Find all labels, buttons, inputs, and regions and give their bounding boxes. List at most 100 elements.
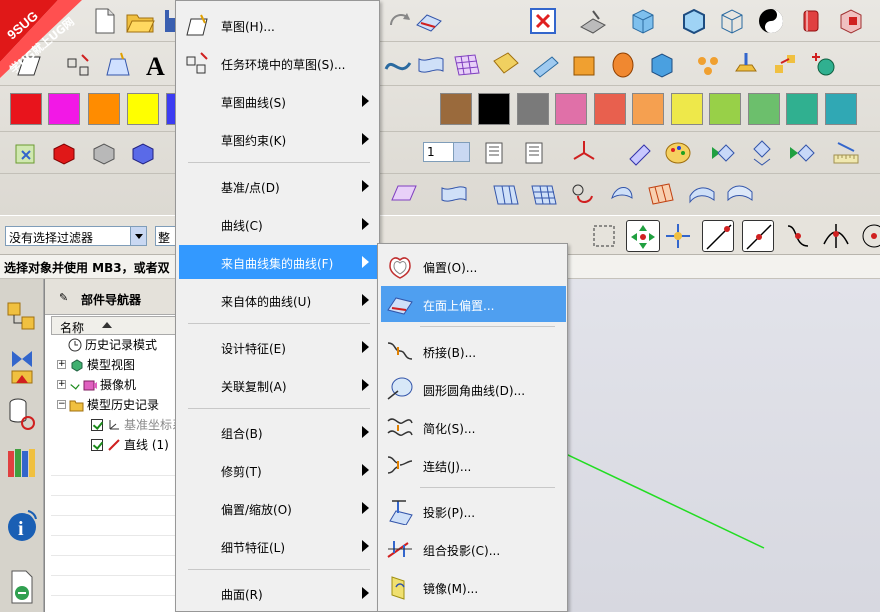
color-swatch[interactable] [825,93,857,125]
visibility-checkbox[interactable] [91,438,103,451]
snap-intersection-icon[interactable] [820,220,852,252]
show-hide-icon[interactable] [708,137,740,169]
ruled-surface-icon[interactable] [438,178,470,210]
block-icon[interactable] [646,49,678,81]
tree-item-model-views[interactable]: + 模型视图 [57,356,135,376]
menu-item-design-feature[interactable]: 设计特征(E) [179,330,377,364]
menu-item-sketch-curve[interactable]: 草图曲线(S) [179,84,377,118]
surface-display-icon[interactable] [413,5,445,37]
hide-icon[interactable] [746,137,778,169]
color-swatch[interactable] [709,93,741,125]
tree-item-model-history[interactable]: − 模型历史记录 [57,396,159,416]
menu-item-sketch[interactable]: 草图(H)... [179,8,377,42]
color-swatch[interactable] [48,93,80,125]
submenu-item-project[interactable]: 投影(P)... [381,493,566,529]
studio-spline-icon[interactable] [566,178,598,210]
ribbon-surface-icon[interactable] [415,49,447,81]
gray-body-icon[interactable] [88,137,120,169]
type-filter-select[interactable]: 没有选择过滤器 [5,226,147,246]
add-component-icon[interactable] [808,49,840,81]
menu-item-offset-scale[interactable]: 偏置/缩放(O) [179,491,377,525]
tube-icon[interactable] [530,49,562,81]
menu-item-curve[interactable]: 曲线(C) [179,207,377,241]
menu-item-associative-copy[interactable]: 关联复制(A) [179,368,377,402]
snap-point-icon[interactable] [588,220,620,252]
wireframe-icon[interactable] [716,5,748,37]
flange-surface-icon[interactable] [724,178,756,210]
extrude-icon[interactable] [568,49,600,81]
new-file-icon[interactable] [88,5,120,37]
submenu-item-offset[interactable]: 偏置(O)... [381,248,566,284]
edit-display-icon[interactable] [10,137,42,169]
menu-item-trim[interactable]: 修剪(T) [179,453,377,487]
menu-item-sketch-constraint[interactable]: 草图约束(K) [179,122,377,156]
color-swatch[interactable] [440,93,472,125]
sketch-task-icon[interactable] [101,49,133,81]
tree-item-line[interactable]: 直线 (1) [91,436,169,456]
shaded-cube-icon[interactable] [627,5,659,37]
menu-item-detail-feature[interactable]: 细节特征(L) [179,529,377,563]
submenu-item-bridge[interactable]: 桥接(B)... [381,333,566,369]
blue-body-icon[interactable] [127,137,159,169]
snap-move-icon[interactable] [662,220,694,252]
curve-mesh-icon[interactable] [528,178,560,210]
swoop-icon[interactable] [606,178,638,210]
mesh-surface-icon[interactable] [451,49,483,81]
chevron-down-icon[interactable] [453,143,469,161]
menu-item-datum-point[interactable]: 基准/点(D) [179,169,377,203]
submenu-item-combined-project[interactable]: 组合投影(C)... [381,531,566,567]
chevron-down-icon[interactable] [130,227,146,245]
tree-item-history-mode[interactable]: 历史记录模式 [67,336,157,356]
assembly-navigator-icon[interactable] [4,297,40,341]
move-object-icon[interactable] [769,49,801,81]
palette-icon[interactable] [662,137,694,169]
column-header-name[interactable]: 名称 [51,316,181,335]
edit-object-icon[interactable] [624,137,656,169]
submenu-item-simplify[interactable]: 简化(S)... [381,409,566,445]
snap-endpoint-icon[interactable] [702,220,734,252]
pin-icon[interactable]: ✎ [59,291,68,304]
text-icon[interactable]: A [140,49,172,81]
x-form-icon[interactable] [645,178,677,210]
bounded-plane-icon[interactable] [388,178,420,210]
part-navigator-icon[interactable] [4,393,40,437]
snap-control-icon[interactable] [782,220,814,252]
color-swatch[interactable] [594,93,626,125]
offset-face-icon[interactable] [730,49,762,81]
layer-combo[interactable]: 1 [423,142,470,162]
color-swatch[interactable] [786,93,818,125]
measure-icon[interactable] [830,137,862,169]
color-swatch[interactable] [671,93,703,125]
snap-arc-center-icon[interactable] [856,220,880,252]
visibility-checkbox[interactable] [91,418,103,431]
color-swatch[interactable] [632,93,664,125]
color-swatch[interactable] [88,93,120,125]
menu-item-curve-from-body[interactable]: 来自体的曲线(U) [179,283,377,317]
tree-item-datum-csys[interactable]: 基准坐标系 [91,416,184,436]
submenu-item-offset-in-face[interactable]: 在面上偏置... [381,286,566,322]
reuse-library-icon[interactable] [4,441,40,485]
section-cylinder-icon[interactable] [795,5,827,37]
styled-sweep-icon[interactable] [686,178,718,210]
through-curves-icon[interactable] [490,178,522,210]
show-all-icon[interactable] [786,137,818,169]
collapse-icon[interactable]: − [57,400,66,409]
shaded-edges-icon[interactable] [678,5,710,37]
snap-midpoint-icon[interactable] [742,220,774,252]
clip-cube-icon[interactable] [835,5,867,37]
layer-visible-icon[interactable] [518,137,550,169]
studio-surface-icon[interactable] [490,49,522,81]
constraint-navigator-icon[interactable] [4,345,40,389]
studio-icon[interactable] [755,5,787,37]
red-body-icon[interactable] [48,137,80,169]
color-swatch[interactable] [10,93,42,125]
color-swatch[interactable] [748,93,780,125]
revolve-icon[interactable] [607,49,639,81]
view-orient-icon[interactable] [577,5,609,37]
tree-item-cameras[interactable]: + 摄像机 [57,376,136,396]
info-icon[interactable]: i [4,505,40,549]
submenu-item-mirror[interactable]: 镜像(M)... [381,569,566,605]
open-folder-icon[interactable] [124,5,156,37]
line-feature[interactable] [566,453,765,549]
color-swatch[interactable] [517,93,549,125]
